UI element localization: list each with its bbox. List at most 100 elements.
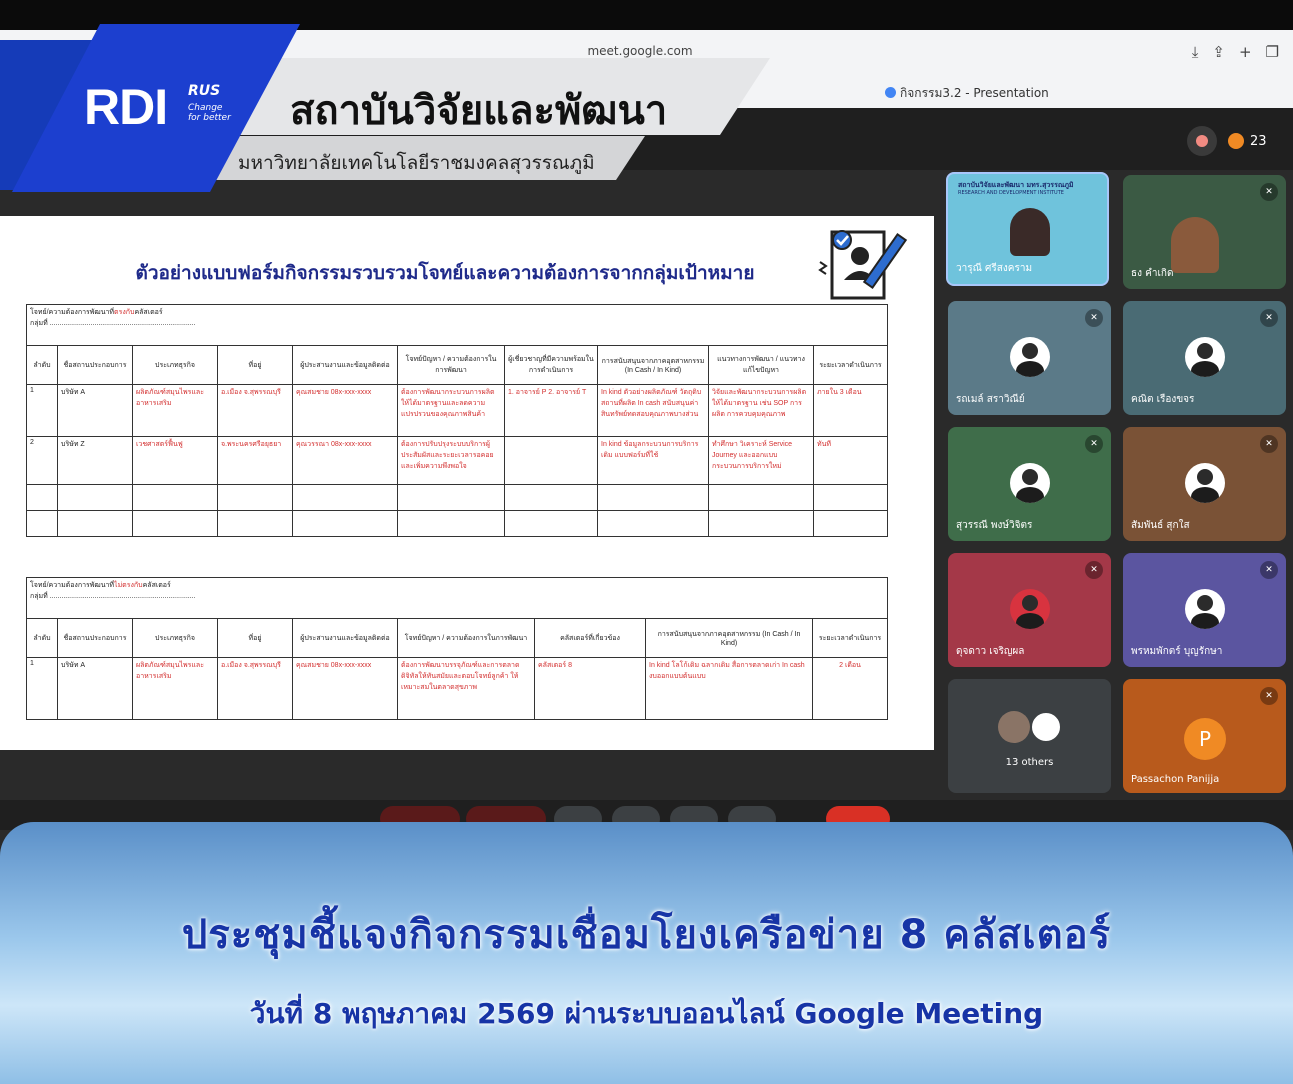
- others-count: 13 others: [1005, 757, 1054, 768]
- participant-name: วารุณี ศรีสงคราม: [956, 263, 1033, 274]
- table-cell: คลัสเตอร์ 8: [534, 657, 646, 720]
- new-tab-icon[interactable]: +: [1239, 43, 1252, 61]
- table-row: [26, 510, 888, 537]
- table-cell: อ.เมือง จ.สุพรรณบุรี: [217, 384, 293, 437]
- participant-tile[interactable]: สถาบันวิจัยและพัฒนา มทร.สุวรรณภูมิ RESEA…: [946, 172, 1109, 286]
- form-document-icon: [818, 230, 908, 300]
- col-header: คลัสเตอร์ที่เกี่ยวข้อง: [534, 618, 646, 658]
- col-header: ที่อยู่: [217, 618, 293, 658]
- share-icon[interactable]: ⇪: [1212, 43, 1225, 61]
- table-cell: บริษัท A: [57, 657, 133, 720]
- col-header: โจทย์ปัญหา / ความต้องการในการพัฒนา: [397, 345, 505, 385]
- logo-rus: RUS: [188, 83, 221, 99]
- col-header: ผู้ประสานงานและข้อมูลติดต่อ: [292, 345, 398, 385]
- avatar: [1010, 463, 1050, 503]
- table-cell: In kind ข้อมูลกระบวนการบริการเดิม แบบฟอร…: [597, 436, 709, 485]
- avatar: [1185, 463, 1225, 503]
- table-cell: In kind โลโก้เดิม ฉลากเดิม สื่อการตลาดเก…: [645, 657, 813, 720]
- participant-count: 23: [1250, 133, 1267, 149]
- form-table-matching: โจทย์/ความต้องการพัฒนาที่ตรงกับคลัสเตอร์…: [26, 304, 888, 537]
- caption-suffix: คลัสเตอร์: [134, 309, 163, 316]
- col-header: ระยะเวลาดำเนินการ: [812, 618, 888, 658]
- col-header: ลำดับ: [26, 345, 58, 385]
- avatar-initial: P: [1184, 718, 1226, 760]
- table-cell: [504, 436, 598, 485]
- people-icon: [1228, 133, 1244, 149]
- participant-tile[interactable]: ✕ สัมพันธ์ สุกใส: [1123, 427, 1286, 541]
- tile-sub: RESEARCH AND DEVELOPMENT INSTITUTE: [958, 190, 1064, 196]
- record-icon: [1196, 135, 1208, 147]
- mic-off-icon: ✕: [1085, 435, 1103, 453]
- tab-title-text: กิจกรรม3.2 - Presentation: [900, 86, 1049, 100]
- col-header: ผู้ประสานงานและข้อมูลติดต่อ: [292, 618, 398, 658]
- avatar: [1010, 337, 1050, 377]
- participant-tile[interactable]: ✕ รถเมล์ สราวิณีย์: [948, 301, 1111, 415]
- col-header: ที่อยู่: [217, 345, 293, 385]
- participant-tile[interactable]: ✕ คณิต เรืองขจร: [1123, 301, 1286, 415]
- table-cell: ผลิตภัณฑ์สมุนไพรและอาหารเสริม: [132, 657, 218, 720]
- table-header-row: ลำดับ ชื่อสถานประกอบการ ประเภทธุรกิจ ที่…: [26, 345, 888, 385]
- participant-tile[interactable]: ✕ ธง คำเกิด: [1123, 175, 1286, 289]
- caption-red: ไม่ตรงกับ: [114, 582, 143, 589]
- logo-tagline: Change for better: [188, 103, 231, 123]
- table-cell: อ.เมือง จ.สุพรรณบุรี: [217, 657, 293, 720]
- tabs-icon[interactable]: ❐: [1266, 43, 1279, 61]
- participant-name: พรหมพักตร์ บุญรักษา: [1131, 646, 1223, 657]
- participant-name: ดุจดาว เจริญผล: [956, 646, 1025, 657]
- tab-title[interactable]: กิจกรรม3.2 - Presentation: [885, 84, 1049, 103]
- avatar: [998, 711, 1030, 743]
- col-header: ชื่อสถานประกอบการ: [57, 618, 133, 658]
- logo-rdi: RDI: [84, 79, 168, 135]
- group-label: กลุ่มที่ ...............................…: [30, 593, 196, 600]
- others-tile[interactable]: 13 others: [948, 679, 1111, 793]
- col-header: การสนับสนุนจากภาคอุตสาหกรรม (In Cash / I…: [645, 618, 813, 658]
- table-cell: จ.พระนครศรีอยุธยา: [217, 436, 293, 485]
- col-header: ผู้เชี่ยวชาญที่มีความพร้อมในการดำเนินการ: [504, 345, 598, 385]
- table-cell: วิจัยและพัฒนากระบวนการผลิตให้ได้มาตรฐาน …: [708, 384, 814, 437]
- chrome-icon: [885, 87, 896, 98]
- person-silhouette: [1010, 208, 1050, 256]
- participant-tile[interactable]: ✕ พรหมพักตร์ บุญรักษา: [1123, 553, 1286, 667]
- table-caption: โจทย์/ความต้องการพัฒนาที่ไม่ตรงกับคลัสเต…: [26, 577, 888, 619]
- mic-off-icon: ✕: [1260, 309, 1278, 327]
- table-cell: คุณวรรณา 08x-xxx-xxxx: [292, 436, 398, 485]
- col-header: ลำดับ: [26, 618, 58, 658]
- participant-tile[interactable]: ✕ ดุจดาว เจริญผล: [948, 553, 1111, 667]
- table-row: 1 บริษัท A ผลิตภัณฑ์สมุนไพรและอาหารเสริม…: [26, 384, 888, 437]
- table-cell: 2: [26, 436, 58, 485]
- col-header: แนวทางการพัฒนา / แนวทางแก้ไขปัญหา: [708, 345, 814, 385]
- participant-name: สัมพันธ์ สุกใส: [1131, 520, 1190, 531]
- table-cell: ทันที: [813, 436, 888, 485]
- banner-subline: วันที่ 8 พฤษภาคม 2569 ผ่านระบบออนไลน์ Go…: [249, 997, 1044, 1030]
- table-cell: ต้องการพัฒนากระบวนการผลิตให้ได้มาตรฐานแล…: [397, 384, 505, 437]
- participants-button[interactable]: 23: [1228, 124, 1267, 158]
- avatar: [1030, 711, 1062, 743]
- table-cell: ต้องการพัฒนาบรรจุภัณฑ์และการตลาดดิจิทัลใ…: [397, 657, 535, 720]
- table-cell: 1: [26, 384, 58, 437]
- avatar: [1185, 589, 1225, 629]
- tagline-line-2: for better: [188, 113, 231, 123]
- table-cell: ทำศึกษา วิเคราะห์ Service Journey และออก…: [708, 436, 814, 485]
- col-header: ชื่อสถานประกอบการ: [57, 345, 133, 385]
- table-cell: ผลิตภัณฑ์สมุนไพรและอาหารเสริม: [132, 384, 218, 437]
- person-silhouette: [1171, 217, 1219, 273]
- table-row: [26, 484, 888, 511]
- download-icon[interactable]: ⤓: [1192, 43, 1199, 61]
- mic-off-icon: ✕: [1260, 687, 1278, 705]
- record-button[interactable]: [1187, 126, 1217, 156]
- group-label: กลุ่มที่ ...............................…: [30, 320, 196, 327]
- mic-off-icon: ✕: [1260, 561, 1278, 579]
- form-table-not-matching: โจทย์/ความต้องการพัฒนาที่ไม่ตรงกับคลัสเต…: [26, 577, 888, 720]
- slide-title: ตัวอย่างแบบฟอร์มกิจกรรมรวบรวมโจทย์และควา…: [135, 263, 755, 284]
- mic-off-icon: ✕: [1085, 309, 1103, 327]
- mic-off-icon: ✕: [1260, 183, 1278, 201]
- participant-tile[interactable]: ✕ สุวรรณี พงษ์วิจิตร: [948, 427, 1111, 541]
- table-cell: บริษัท A: [57, 384, 133, 437]
- table-cell: เวชศาสตร์ฟื้นฟู: [132, 436, 218, 485]
- avatar: [1010, 589, 1050, 629]
- participant-tile[interactable]: ✕ P Passachon Panijja: [1123, 679, 1286, 793]
- participant-name: ธง คำเกิด: [1131, 268, 1174, 279]
- table-cell: คุณสมชาย 08x-xxx-xxxx: [292, 384, 398, 437]
- caption-suffix: คลัสเตอร์: [142, 582, 171, 589]
- col-header: ประเภทธุรกิจ: [132, 618, 218, 658]
